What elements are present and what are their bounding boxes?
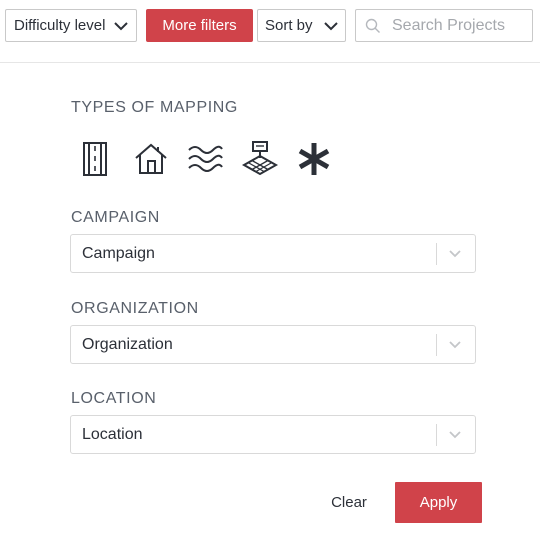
select-divider <box>436 424 437 446</box>
more-filters-button[interactable]: More filters <box>146 9 253 42</box>
campaign-title: CAMPAIGN <box>71 209 160 226</box>
select-divider <box>436 243 437 265</box>
other-icon[interactable] <box>295 140 333 178</box>
chevron-down-icon[interactable] <box>448 248 462 260</box>
campaign-select[interactable]: Campaign <box>70 234 476 273</box>
chevron-down-icon <box>114 22 128 31</box>
sort-by-label: Sort by <box>265 17 313 34</box>
buildings-icon[interactable] <box>133 140 169 178</box>
select-divider <box>436 334 437 356</box>
toolbar: Difficulty level More filters Sort by Se… <box>0 0 540 63</box>
location-select-value: Location <box>82 426 143 443</box>
chevron-down-icon <box>324 22 338 31</box>
search-icon <box>365 18 380 33</box>
difficulty-level-label: Difficulty level <box>14 17 106 34</box>
waterways-icon[interactable] <box>186 140 224 178</box>
search-placeholder: Search Projects <box>392 16 505 34</box>
search-input[interactable]: Search Projects <box>355 9 533 42</box>
apply-button[interactable]: Apply <box>395 482 482 523</box>
clear-button[interactable]: Clear <box>318 490 380 516</box>
filter-page: Difficulty level More filters Sort by Se… <box>0 0 540 533</box>
land-use-icon[interactable] <box>241 140 279 178</box>
organization-select[interactable]: Organization <box>70 325 476 364</box>
sort-by-dropdown[interactable]: Sort by <box>257 9 346 42</box>
location-title: LOCATION <box>71 390 157 407</box>
types-of-mapping-title: TYPES OF MAPPING <box>71 99 238 116</box>
difficulty-level-dropdown[interactable]: Difficulty level <box>5 9 137 42</box>
more-filters-label: More filters <box>162 17 237 34</box>
campaign-select-value: Campaign <box>82 245 155 262</box>
chevron-down-icon[interactable] <box>448 339 462 351</box>
roads-icon[interactable] <box>80 140 110 178</box>
chevron-down-icon[interactable] <box>448 429 462 441</box>
organization-title: ORGANIZATION <box>71 300 199 317</box>
organization-select-value: Organization <box>82 336 173 353</box>
location-select[interactable]: Location <box>70 415 476 454</box>
